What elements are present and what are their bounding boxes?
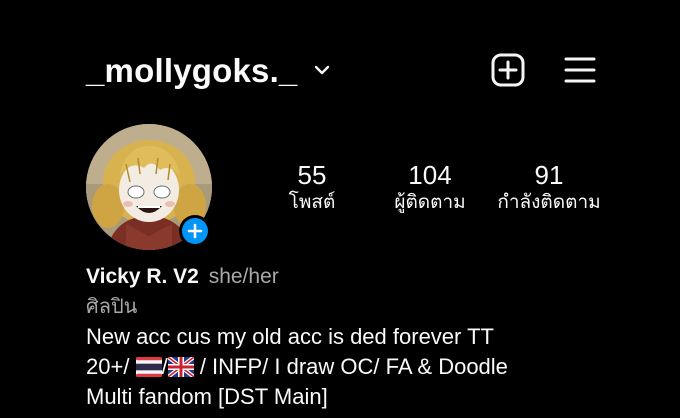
hamburger-menu-icon[interactable] — [564, 55, 596, 85]
following-count: 91 — [534, 160, 564, 190]
category-label: ศิลปิน — [86, 296, 138, 318]
bio-line-2-suffix: / INFP/ I draw OC/ FA & Doodle — [199, 354, 508, 379]
thailand-flag-icon — [135, 357, 162, 377]
following-label: กำลังติดตาม — [497, 192, 601, 213]
posts-count: 55 — [297, 160, 327, 190]
posts-stat[interactable]: 55 โพสต์ — [270, 160, 354, 216]
display-name-row: Vicky R. V2 she/her — [86, 262, 676, 292]
profile-header: _mollygoks._ — [86, 50, 606, 94]
bio-line-3: Multi fandom [DST Main] — [86, 384, 328, 409]
chevron-down-icon[interactable] — [314, 64, 330, 76]
bio-line-2: 20+/ / / INFP/ I draw OC/ FA & Doodle — [86, 352, 676, 382]
bio-line-1: New acc cus my old acc is ded forever TT — [86, 324, 494, 349]
display-name: Vicky R. V2 — [86, 265, 199, 288]
create-post-button[interactable] — [491, 53, 525, 87]
following-stat[interactable]: 91 กำลังติดตาม — [494, 160, 604, 216]
followers-stat[interactable]: 104 ผู้ติดตาม — [384, 160, 476, 216]
bio-line-2-prefix: 20+/ — [86, 354, 130, 379]
followers-count: 104 — [408, 160, 452, 190]
username-switcher[interactable]: _mollygoks._ — [86, 52, 298, 90]
posts-label: โพสต์ — [288, 192, 336, 213]
followers-label: ผู้ติดตาม — [394, 192, 466, 213]
profile-bio: Vicky R. V2 she/her ศิลปิน New acc cus m… — [86, 262, 676, 412]
add-story-button[interactable] — [178, 214, 212, 248]
uk-flag-icon — [167, 357, 194, 377]
pronouns: she/her — [208, 265, 279, 288]
